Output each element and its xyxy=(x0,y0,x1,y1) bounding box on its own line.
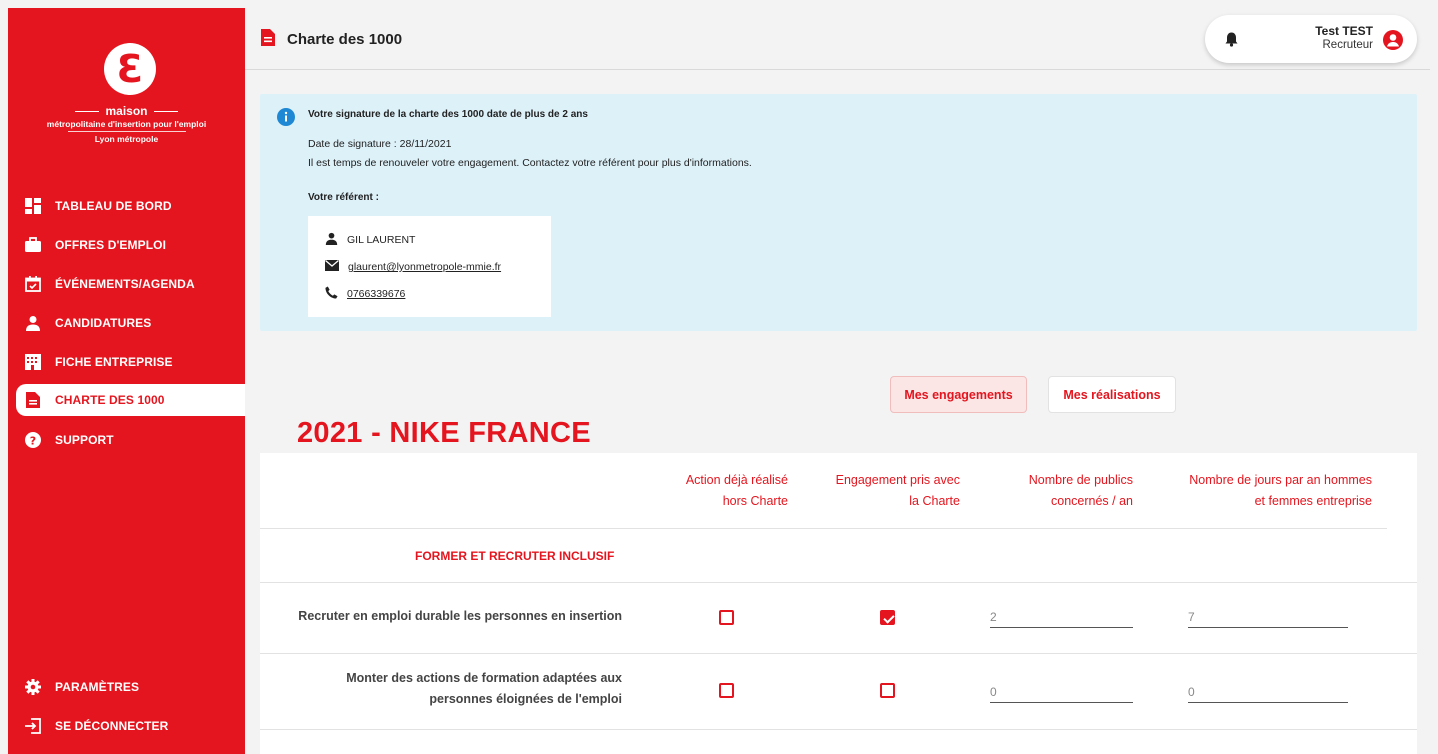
checkbox-hors-charte[interactable] xyxy=(719,610,734,625)
referent-card: GIL LAURENT glaurent@lyonmetropole-mmie.… xyxy=(308,216,551,317)
column-header-charte: Engagement pris avec la Charte xyxy=(835,473,960,508)
user-role: Recruteur xyxy=(1322,39,1374,51)
gear-icon xyxy=(25,678,41,695)
column-header-hors-charte: Action déjà réalisé hors Charte xyxy=(685,473,788,508)
logout-icon xyxy=(25,717,41,734)
svg-text:?: ? xyxy=(30,434,36,447)
document-icon xyxy=(261,29,275,50)
column-header-publics: Nombre de publics concernés / an xyxy=(1028,473,1133,508)
user-menu[interactable]: Test TEST Recruteur xyxy=(1205,15,1417,63)
logo-subtitle: métropolitaine d'insertion pour l'emploi xyxy=(46,119,207,129)
help-icon: ? xyxy=(25,431,41,448)
person-icon xyxy=(25,315,41,331)
building-icon xyxy=(25,353,41,370)
publics-input[interactable] xyxy=(990,681,1133,703)
sidebar-item-evenements[interactable]: ÉVÉNEMENTS/AGENDA xyxy=(8,264,245,303)
year-company-title: 2021 - NIKE FRANCE xyxy=(297,417,591,449)
divider xyxy=(260,582,1417,583)
jours-input[interactable] xyxy=(1188,681,1348,703)
user-avatar-icon[interactable] xyxy=(1383,30,1403,55)
sidebar-item-label: CANDIDATURES xyxy=(55,315,152,330)
sidebar-item-tableau-de-bord[interactable]: TABLEAU DE BORD xyxy=(8,186,245,225)
mail-icon xyxy=(325,260,339,274)
logo: maison métropolitaine d'insertion pour l… xyxy=(8,104,245,144)
sidebar: Ɛ maison métropolitaine d'insertion pour… xyxy=(8,8,245,754)
bell-icon[interactable] xyxy=(1225,32,1238,52)
topbar: Charte des 1000 Test TEST Recruteur xyxy=(245,8,1430,70)
publics-input[interactable] xyxy=(990,606,1133,628)
divider xyxy=(260,729,1417,730)
calendar-icon xyxy=(25,275,41,292)
logo-badge: Ɛ xyxy=(104,43,156,95)
page-title-text: Charte des 1000 xyxy=(287,31,403,48)
checkbox-charte[interactable] xyxy=(880,683,895,698)
page-title: Charte des 1000 xyxy=(261,29,402,50)
alert-title: Votre signature de la charte des 1000 da… xyxy=(308,109,588,120)
row-label: Recruter en emploi durable les personnes… xyxy=(298,609,622,623)
sidebar-item-label: TABLEAU DE BORD xyxy=(55,198,172,213)
user-name: Test TEST xyxy=(1315,24,1373,38)
row-label: Monter des actions de formation adaptées… xyxy=(346,671,622,706)
signature-date: Date de signature : 28/11/2021 xyxy=(308,138,452,150)
divider xyxy=(260,653,1417,654)
sidebar-item-label: SE DÉCONNECTER xyxy=(55,718,169,733)
referent-name-row: GIL LAURENT xyxy=(325,232,415,248)
sidebar-item-label: PARAMÈTRES xyxy=(55,679,140,694)
renewal-alert: Votre signature de la charte des 1000 da… xyxy=(260,94,1417,331)
tab-mes-realisations[interactable]: Mes réalisations xyxy=(1048,376,1176,413)
sidebar-item-label: SUPPORT xyxy=(55,432,114,447)
sidebar-item-label: ÉVÉNEMENTS/AGENDA xyxy=(55,276,195,291)
tab-mes-engagements[interactable]: Mes engagements xyxy=(890,376,1027,413)
alert-message: Il est temps de renouveler votre engagem… xyxy=(308,157,752,169)
sidebar-item-candidatures[interactable]: CANDIDATURES xyxy=(8,303,245,342)
referent-email-row: glaurent@lyonmetropole-mmie.fr xyxy=(325,260,501,274)
sidebar-nav: TABLEAU DE BORD OFFRES D'EMPLOI ÉVÉNEMEN… xyxy=(8,186,245,459)
sidebar-item-label: OFFRES D'EMPLOI xyxy=(55,237,167,252)
engagements-table: Action déjà réalisé hors Charte Engageme… xyxy=(260,453,1417,754)
sidebar-item-fiche-entreprise[interactable]: FICHE ENTREPRISE xyxy=(8,342,245,381)
phone-icon xyxy=(325,286,338,302)
document-icon xyxy=(25,392,41,408)
referent-email-link[interactable]: glaurent@lyonmetropole-mmie.fr xyxy=(348,261,501,273)
logo-city: Lyon métropole xyxy=(94,134,159,144)
dashboard-icon xyxy=(25,197,41,214)
referent-phone-link[interactable]: 0766339676 xyxy=(347,288,405,300)
sidebar-item-support[interactable]: ? SUPPORT xyxy=(8,420,245,459)
sidebar-item-parametres[interactable]: PARAMÈTRES xyxy=(8,667,245,706)
sidebar-item-label: CHARTE DES 1000 xyxy=(55,393,165,407)
sidebar-item-offres-emploi[interactable]: OFFRES D'EMPLOI xyxy=(8,225,245,264)
sidebar-item-charte-des-1000[interactable]: CHARTE DES 1000 xyxy=(16,384,245,416)
divider xyxy=(260,528,1387,529)
info-icon xyxy=(277,108,295,131)
checkbox-hors-charte[interactable] xyxy=(719,683,734,698)
checkbox-charte[interactable] xyxy=(880,610,895,625)
briefcase-icon xyxy=(25,236,41,253)
sidebar-bottom-nav: PARAMÈTRES SE DÉCONNECTER xyxy=(8,667,245,745)
referent-name: GIL LAURENT xyxy=(347,234,416,246)
logo-name: maison xyxy=(105,104,148,118)
jours-input[interactable] xyxy=(1188,606,1348,628)
section-title: FORMER ET RECRUTER INCLUSIF xyxy=(415,549,615,563)
referent-phone-row: 0766339676 xyxy=(325,286,405,302)
sidebar-item-se-deconnecter[interactable]: SE DÉCONNECTER xyxy=(8,706,245,745)
sidebar-item-label: FICHE ENTREPRISE xyxy=(55,354,173,369)
referent-label: Votre référent : xyxy=(308,192,379,203)
column-header-jours: Nombre de jours par an hommes et femmes … xyxy=(1189,473,1372,508)
person-icon xyxy=(325,232,338,248)
